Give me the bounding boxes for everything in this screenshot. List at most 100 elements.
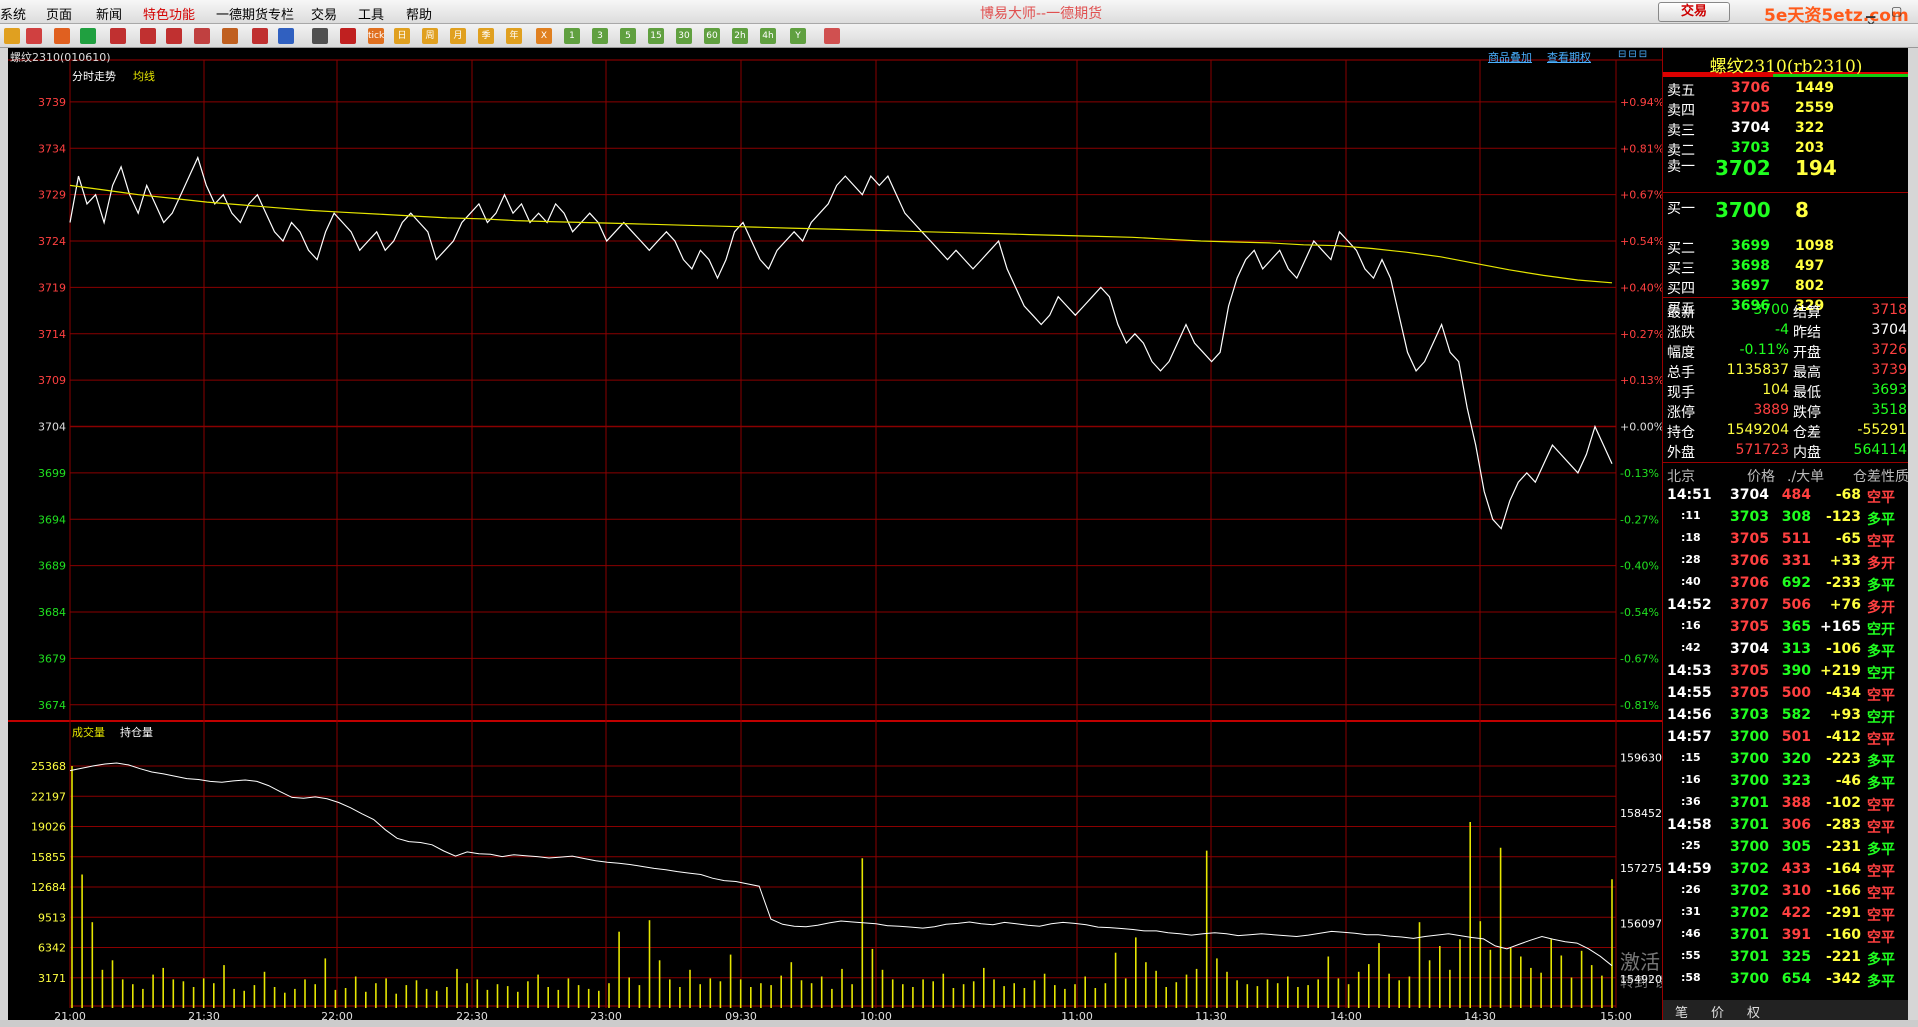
stat-label: 仓差: [1793, 425, 1821, 441]
table-icon[interactable]: [312, 28, 328, 44]
ask-label: 卖一: [1667, 159, 1695, 175]
trade-oi-change: -291: [1825, 905, 1861, 921]
quote-tab-2[interactable]: 权: [1747, 1002, 1760, 1021]
time-tick-label: 21:00: [54, 1010, 86, 1020]
trade-row: :11 3703 308 -123 多平: [1663, 506, 1909, 528]
chart-area[interactable]: 3739 +0.94% 3734 +0.81% 3729 +0.67% 3724 +0.54%…: [0, 48, 1669, 1023]
trade-row: :58 3700 654 -342 多平: [1663, 968, 1909, 990]
stats-icon[interactable]: [278, 28, 294, 44]
back-icon[interactable]: [4, 28, 20, 44]
trade-button[interactable]: 交易: [1658, 2, 1730, 22]
quote-tabs: 笔价权: [1663, 1000, 1909, 1021]
30min-icon[interactable]: 30: [676, 28, 692, 44]
stat-value: 3718: [1871, 302, 1907, 318]
trade-price: 3702: [1730, 883, 1769, 899]
bid-label: 买三: [1667, 261, 1695, 277]
menu-item-2[interactable]: 新闻: [96, 4, 122, 23]
news-icon[interactable]: [54, 28, 70, 44]
1min-icon[interactable]: 1: [564, 28, 580, 44]
trade-price: 3705: [1730, 531, 1769, 547]
trade-time: :11: [1681, 509, 1701, 522]
ask-row: 卖三 3704 322: [1663, 118, 1909, 139]
2h-icon[interactable]: 2h: [732, 28, 748, 44]
menu-item-6[interactable]: 工具: [358, 4, 384, 23]
3min-icon[interactable]: 3: [592, 28, 608, 44]
bid-volume: 1098: [1795, 238, 1834, 254]
trade-row: :36 3701 388 -102 空平: [1663, 792, 1909, 814]
trade-oi-change: +165: [1820, 619, 1861, 635]
trade-oi-change: -233: [1825, 575, 1861, 591]
trade-type: 空平: [1867, 534, 1895, 550]
volume-legend: 成交量: [72, 726, 105, 739]
trade-price: 3705: [1730, 663, 1769, 679]
quote-tab-1[interactable]: 价: [1711, 1002, 1724, 1021]
5min-icon[interactable]: 5: [620, 28, 636, 44]
trade-row: :31 3702 422 -291 空平: [1663, 902, 1909, 924]
trades-header-cell: 仓差: [1853, 469, 1881, 485]
stat-value: 3700: [1753, 302, 1789, 318]
time-tick-label: 11:30: [1195, 1010, 1227, 1020]
quarter-icon[interactable]: 季: [478, 28, 494, 44]
ask-row: 卖五 3706 1449: [1663, 78, 1909, 99]
week-icon[interactable]: 周: [422, 28, 438, 44]
month-icon[interactable]: 月: [450, 28, 466, 44]
day-icon[interactable]: 日: [394, 28, 410, 44]
menu-item-0[interactable]: 系统: [0, 4, 26, 23]
overlay-link[interactable]: 商品叠加: [1488, 49, 1532, 65]
trade-oi-change: -434: [1825, 685, 1861, 701]
oi-legend: 持仓量: [120, 726, 153, 739]
tick-icon[interactable]: tick: [368, 28, 384, 44]
x-icon[interactable]: X: [536, 28, 552, 44]
pct-tick-label: +0.67%: [1620, 189, 1662, 202]
panel-buttons[interactable]: ⊟⊟⊟: [1618, 49, 1649, 60]
price-legend-line: 分时走势: [72, 70, 116, 83]
menu-item-4[interactable]: 一德期货专栏: [216, 4, 294, 23]
draw-icon[interactable]: [194, 28, 210, 44]
intraday-chart[interactable]: 3739 +0.94% 3734 +0.81% 3729 +0.67% 3724 +0.54%…: [0, 48, 1669, 1023]
ask-price: 3706: [1731, 80, 1770, 96]
zoom-in-icon[interactable]: [140, 28, 156, 44]
trade-time: :42: [1681, 641, 1701, 654]
quote-tab-0[interactable]: 笔: [1675, 1002, 1688, 1021]
trade-type: 空平: [1867, 864, 1895, 880]
calc-icon[interactable]: [824, 28, 840, 44]
time-tick-label: 22:00: [321, 1010, 353, 1020]
y-icon[interactable]: Y: [790, 28, 806, 44]
options-link[interactable]: 查看期权: [1547, 49, 1591, 65]
trade-volume: 331: [1781, 553, 1811, 569]
pct-tick-label: -0.81%: [1620, 699, 1659, 712]
refresh-icon[interactable]: [80, 28, 96, 44]
stat-value: 3518: [1871, 402, 1907, 418]
menu-item-7[interactable]: 帮助: [406, 4, 432, 23]
brush-icon[interactable]: [222, 28, 238, 44]
15min-icon[interactable]: 15: [648, 28, 664, 44]
trade-row: 14:53 3705 390 +219 空开: [1663, 660, 1909, 682]
menu-item-5[interactable]: 交易: [311, 4, 337, 23]
trade-type: 空开: [1867, 666, 1895, 682]
menu-item-3[interactable]: 特色功能: [143, 4, 195, 23]
trade-row: :55 3701 325 -221 多平: [1663, 946, 1909, 968]
trade-type: 多平: [1867, 754, 1895, 770]
back2-icon[interactable]: [110, 28, 126, 44]
trade-time: :58: [1681, 971, 1701, 984]
trade-price: 3701: [1730, 949, 1769, 965]
trade-time: :15: [1681, 751, 1701, 764]
price-tick-label: 3704: [38, 421, 66, 434]
filter-icon[interactable]: [252, 28, 268, 44]
stat-value: 104: [1762, 382, 1789, 398]
time-tick-label: 15:00: [1600, 1010, 1632, 1020]
60min-icon[interactable]: 60: [704, 28, 720, 44]
ask-price: 3702: [1715, 156, 1771, 180]
menu-item-1[interactable]: 页面: [46, 4, 72, 23]
home-icon[interactable]: [26, 28, 42, 44]
stat-label: 内盘: [1793, 445, 1821, 461]
time-tick-label: 10:00: [860, 1010, 892, 1020]
stat-row: 外盘 571723 内盘 564114: [1663, 440, 1909, 461]
trade-time: 14:58: [1667, 817, 1712, 833]
minute-chart-icon[interactable]: [340, 28, 356, 44]
4h-icon[interactable]: 4h: [760, 28, 776, 44]
zoom-out-icon[interactable]: [166, 28, 182, 44]
trade-type: 多开: [1867, 600, 1895, 616]
stat-row: 涨跌 -4 昨结 3704: [1663, 320, 1909, 341]
year-icon[interactable]: 年: [506, 28, 522, 44]
